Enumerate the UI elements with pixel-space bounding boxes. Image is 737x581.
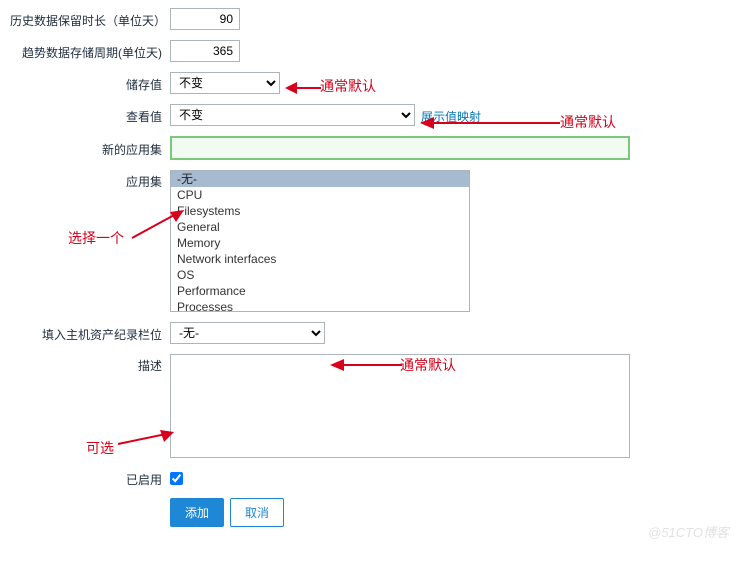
watermark: @51CTO博客 <box>648 522 729 541</box>
appset-listbox[interactable]: -无-CPUFilesystemsGeneralMemoryNetwork in… <box>170 170 470 312</box>
appset-option[interactable]: Memory <box>171 235 469 251</box>
description-textarea[interactable] <box>170 354 630 458</box>
appset-option[interactable]: Network interfaces <box>171 251 469 267</box>
store-value-select[interactable]: 不变 <box>170 72 280 94</box>
host-asset-label: 填入主机资产纪录栏位 <box>10 323 170 343</box>
appset-option[interactable]: Performance <box>171 283 469 299</box>
add-button[interactable]: 添加 <box>170 498 224 527</box>
appset-option[interactable]: Processes <box>171 299 469 312</box>
view-value-select[interactable]: 不变 <box>170 104 415 126</box>
appset-option[interactable]: CPU <box>171 187 469 203</box>
host-asset-select[interactable]: -无- <box>170 322 325 344</box>
new-appset-label: 新的应用集 <box>10 138 170 158</box>
appset-option[interactable]: General <box>171 219 469 235</box>
appset-option[interactable]: OS <box>171 267 469 283</box>
cancel-button[interactable]: 取消 <box>230 498 284 527</box>
show-value-map-link[interactable]: 展示值映射 <box>421 105 481 125</box>
enabled-checkbox[interactable] <box>170 472 183 485</box>
appset-option[interactable]: -无- <box>171 171 469 187</box>
store-value-label: 储存值 <box>10 73 170 93</box>
description-label: 描述 <box>10 354 170 374</box>
new-appset-input[interactable] <box>170 136 630 160</box>
enabled-label: 已启用 <box>10 468 170 488</box>
view-value-label: 查看值 <box>10 105 170 125</box>
history-retain-input[interactable] <box>170 8 240 30</box>
trend-period-label: 趋势数据存储周期(单位天) <box>10 41 170 61</box>
trend-period-input[interactable] <box>170 40 240 62</box>
appset-label: 应用集 <box>10 170 170 190</box>
appset-option[interactable]: Filesystems <box>171 203 469 219</box>
history-retain-label: 历史数据保留时长（单位天） <box>10 9 170 29</box>
